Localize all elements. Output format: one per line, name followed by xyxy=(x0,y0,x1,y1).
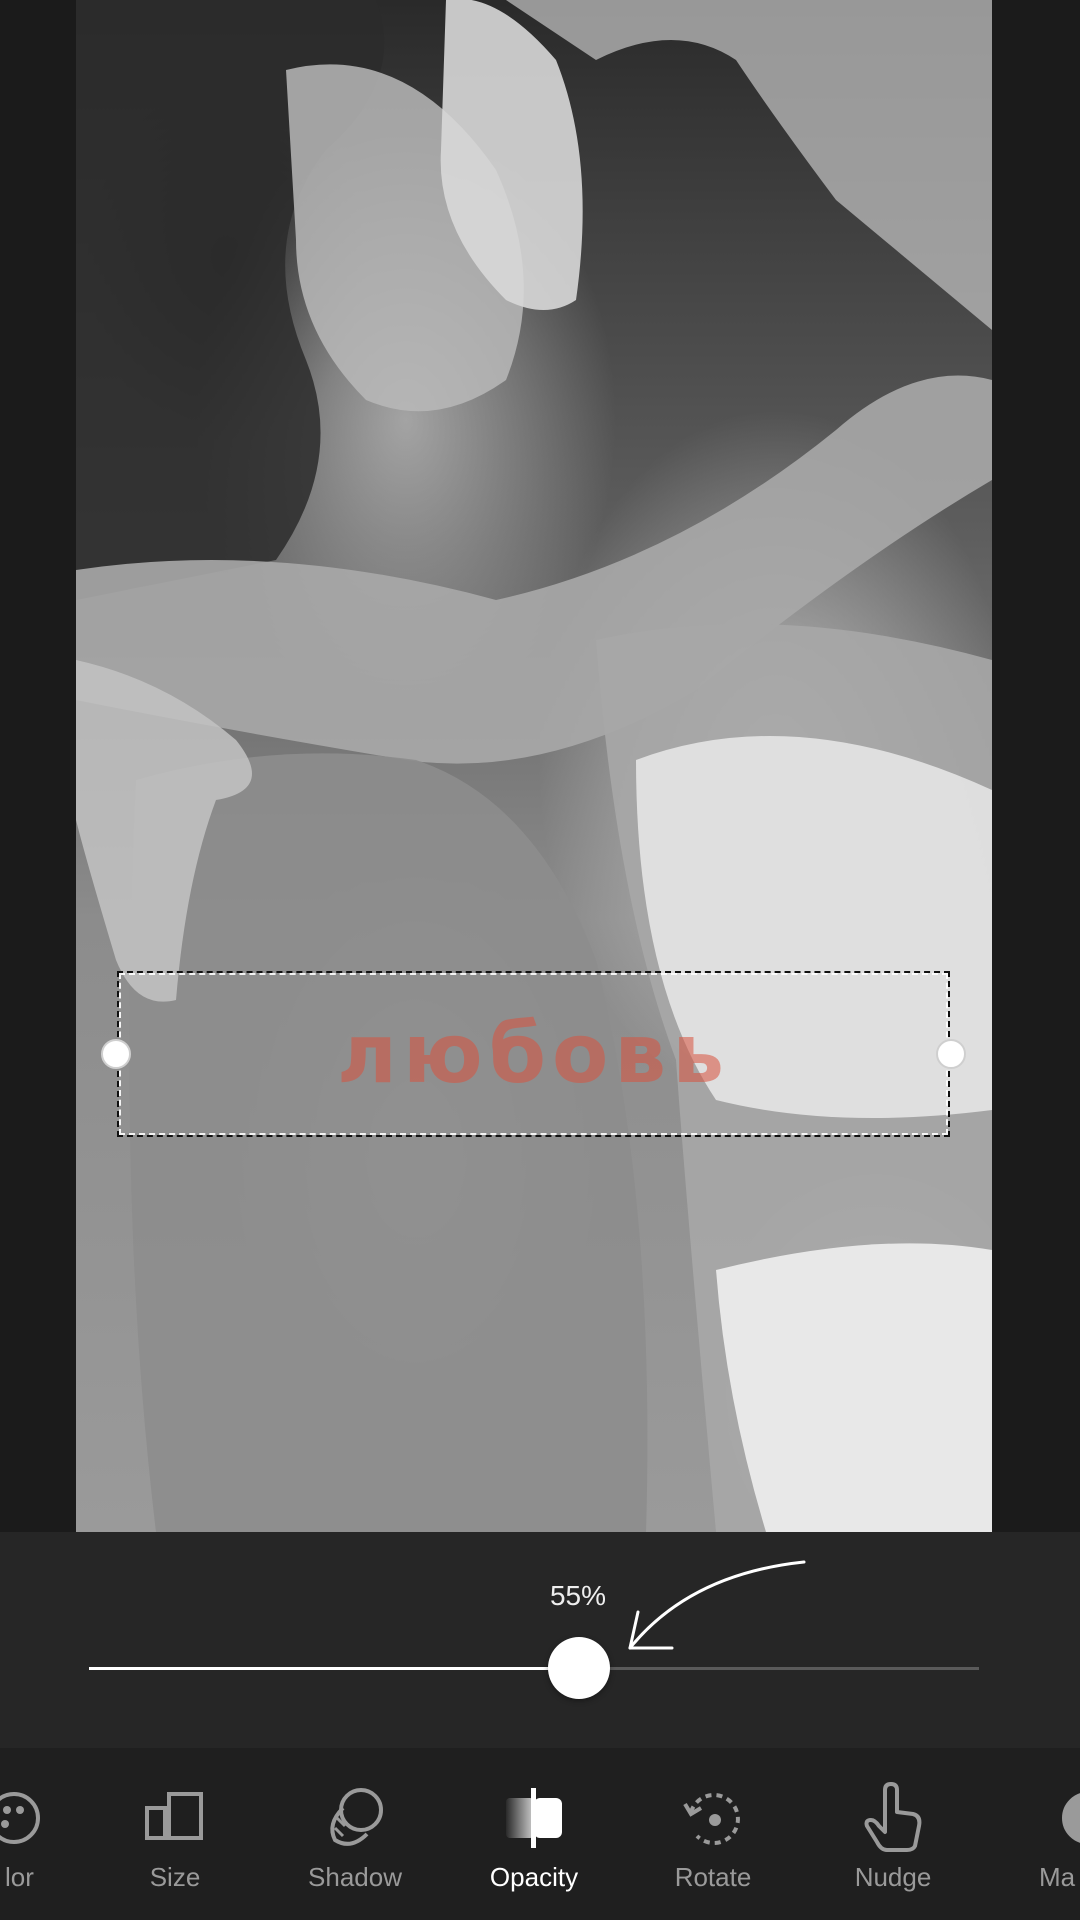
rotate-icon xyxy=(683,1793,740,1845)
tool-size[interactable]: Size xyxy=(90,1748,260,1920)
text-layer-text[interactable]: любовь xyxy=(337,1007,730,1102)
tool-rotate[interactable]: Rotate xyxy=(628,1748,798,1920)
tool-label: Size xyxy=(149,1862,201,1892)
palette-icon xyxy=(0,1792,40,1844)
slider-thumb[interactable] xyxy=(547,1637,610,1699)
text-layer-selection[interactable]: любовь xyxy=(101,971,966,1137)
bottom-toolbar: lor Size Shadow Opacity Rotate Nudge Ma xyxy=(0,1748,1080,1920)
opacity-icon xyxy=(506,1788,562,1848)
background-photo[interactable] xyxy=(76,0,992,1532)
nudge-hand-icon xyxy=(864,1782,922,1852)
hint-arrow-icon xyxy=(628,1560,806,1650)
right-resize-handle[interactable] xyxy=(936,1039,966,1069)
tool-label: Ma xyxy=(1039,1862,1076,1892)
slider-track[interactable] xyxy=(89,1637,979,1699)
editor-app: любовь 55% lor Size Shadow Opacity Rotat… xyxy=(0,0,1080,1920)
left-resize-handle[interactable] xyxy=(101,1039,131,1069)
photo-illustration xyxy=(76,0,992,1532)
mask-icon xyxy=(1062,1793,1080,1843)
tool-label: Rotate xyxy=(674,1862,752,1892)
tool-label: Opacity xyxy=(489,1862,579,1892)
tool-label: Shadow xyxy=(308,1862,402,1892)
tool-nudge[interactable]: Nudge xyxy=(808,1748,978,1920)
opacity-slider-panel: 55% xyxy=(0,1532,1080,1748)
tool-label: Nudge xyxy=(854,1862,932,1892)
shadow-icon xyxy=(330,1788,383,1846)
tool-shadow[interactable]: Shadow xyxy=(270,1748,440,1920)
canvas-area: любовь xyxy=(0,0,1080,1532)
tool-label: lor xyxy=(5,1862,34,1892)
size-icon xyxy=(145,1792,203,1840)
slider-fill xyxy=(89,1667,579,1670)
tool-color[interactable]: lor xyxy=(0,1748,99,1920)
tool-mask[interactable]: Ma xyxy=(985,1748,1080,1920)
tool-opacity[interactable]: Opacity xyxy=(449,1748,619,1920)
